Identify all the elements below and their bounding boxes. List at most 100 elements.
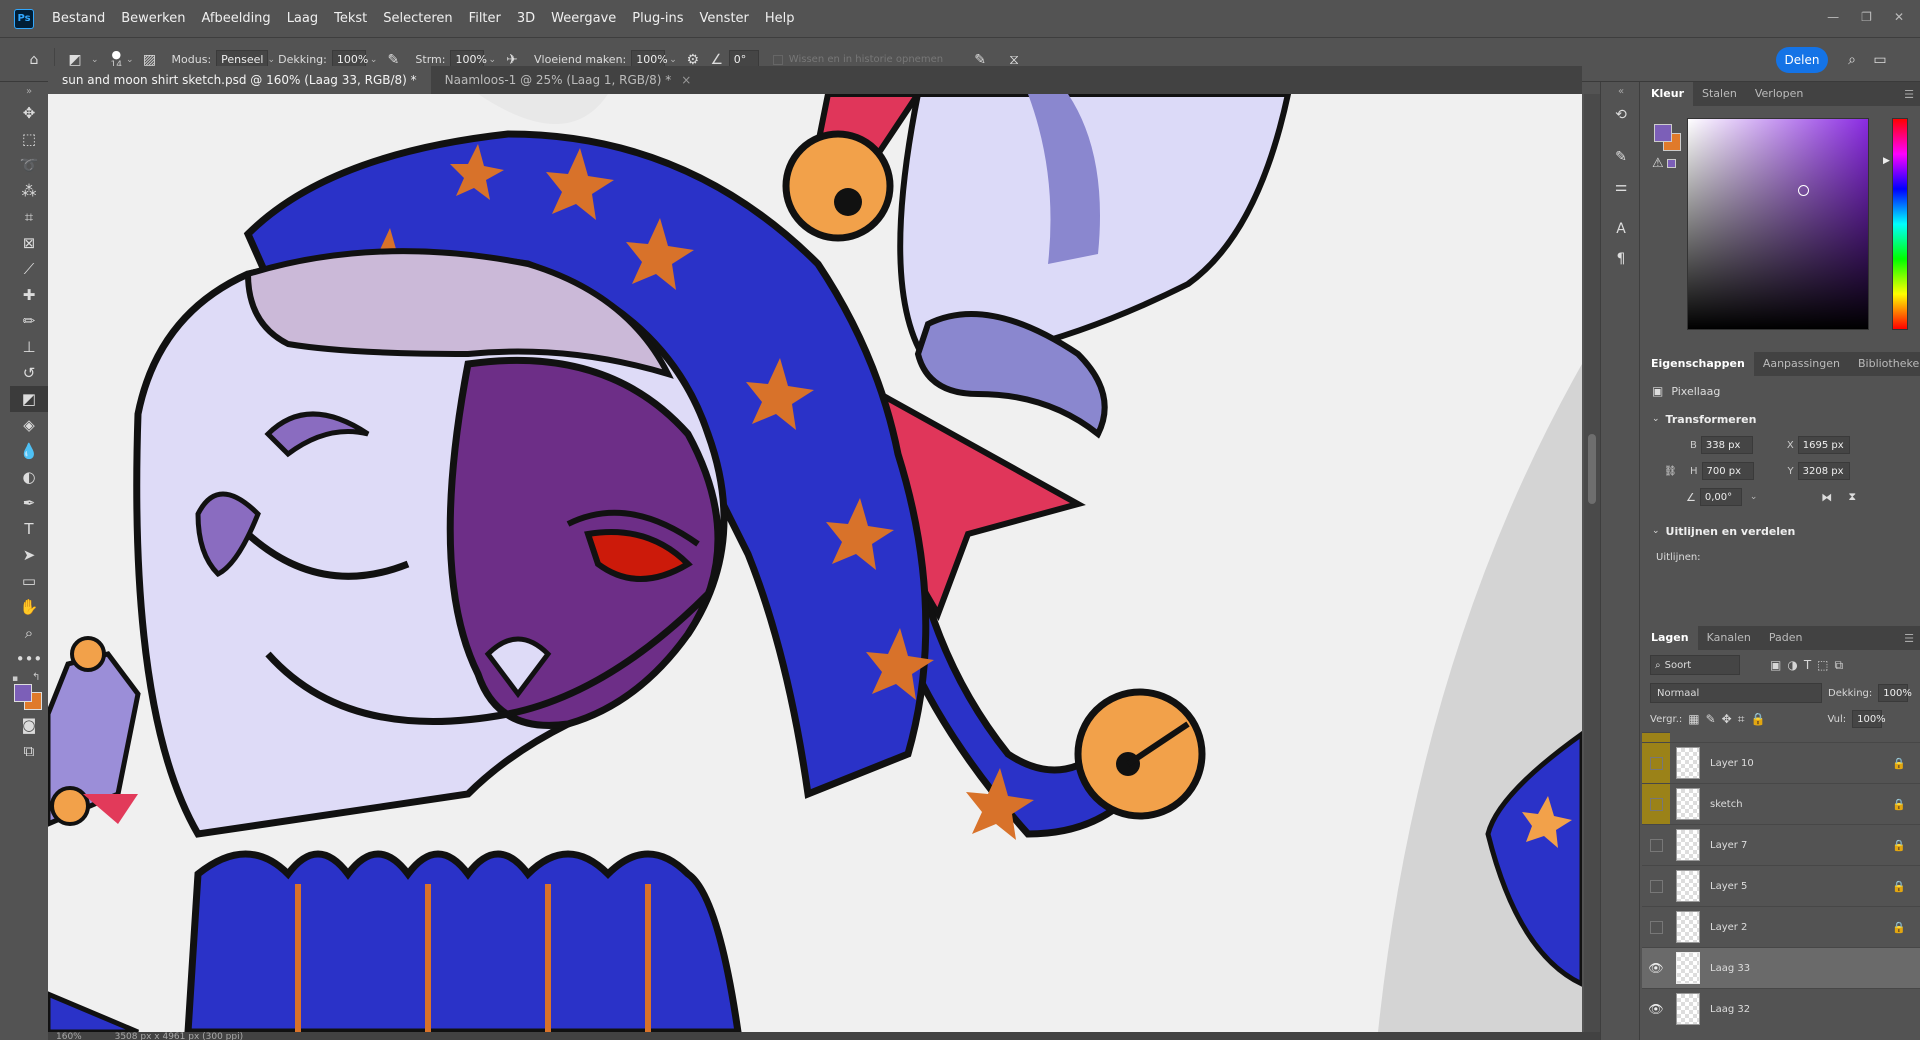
chevron-down-icon[interactable]: ⌄ <box>370 55 378 65</box>
menu-venster[interactable]: Venster <box>692 0 757 38</box>
magic-wand-tool-icon[interactable]: ⁂ <box>10 178 48 204</box>
canvas-area[interactable] <box>48 94 1582 1032</box>
visibility-toggle[interactable] <box>1642 783 1670 825</box>
tab-eigenschappen[interactable]: Eigenschappen <box>1642 352 1754 376</box>
blur-tool-icon[interactable]: 💧 <box>10 438 48 464</box>
lasso-tool-icon[interactable]: ➰ <box>10 152 48 178</box>
tab-paden[interactable]: Paden <box>1760 626 1812 650</box>
zoom-tool-icon[interactable]: ⌕ <box>10 620 48 646</box>
dodge-tool-icon[interactable]: ◐ <box>10 464 48 490</box>
visibility-toggle[interactable] <box>1642 742 1670 784</box>
visibility-toggle[interactable] <box>1642 825 1670 866</box>
tab-naamloos[interactable]: Naamloos-1 @ 25% (Laag 1, RGB/8) * × <box>431 66 706 94</box>
menu-bewerken[interactable]: Bewerken <box>113 0 193 38</box>
angle-input[interactable]: 0,00° <box>1699 488 1742 506</box>
lock-all-icon[interactable]: 🔒 <box>1750 712 1765 726</box>
lock-position-icon[interactable]: ✥ <box>1722 712 1732 726</box>
crop-tool-icon[interactable]: ⌗ <box>10 204 48 230</box>
menu-help[interactable]: Help <box>757 0 803 38</box>
gamut-warning-icon[interactable]: ⚠ <box>1652 156 1664 171</box>
x-input[interactable]: 1695 px <box>1797 436 1850 454</box>
menu-selecteren[interactable]: Selecteren <box>375 0 460 38</box>
tab-kanalen[interactable]: Kanalen <box>1698 626 1760 650</box>
tab-lagen[interactable]: Lagen <box>1642 626 1698 650</box>
zoom-level[interactable]: 160% <box>56 1032 82 1040</box>
restore-icon[interactable]: ❐ <box>1861 10 1872 24</box>
menu-plugins[interactable]: Plug-ins <box>624 0 691 38</box>
flip-vertical-icon[interactable]: ⧗ <box>1848 490 1856 504</box>
transform-header[interactable]: ⌄ Transformeren <box>1642 406 1920 432</box>
layer-row[interactable]: Layer 2 🔒 <box>1642 906 1920 947</box>
align-header[interactable]: ⌄ Uitlijnen en verdelen <box>1642 518 1920 544</box>
pen-tool-icon[interactable]: ✒ <box>10 490 48 516</box>
visibility-toggle[interactable]: 👁 <box>1642 948 1670 989</box>
layer-row[interactable]: Layer 10 🔒 <box>1642 742 1920 784</box>
layer-kind-filter[interactable]: ⌕ Soort <box>1650 655 1740 675</box>
close-tab-icon[interactable]: × <box>681 73 691 87</box>
photoshop-logo-icon[interactable]: Ps <box>14 8 34 29</box>
tab-bibliotheken[interactable]: Bibliotheken <box>1849 352 1920 376</box>
screen-mode-icon[interactable]: ⧉ <box>10 738 48 764</box>
eraser-tool-icon[interactable]: ◩ <box>10 386 48 412</box>
lock-paint-icon[interactable]: ✎ <box>1706 712 1716 726</box>
share-button[interactable]: Delen <box>1776 47 1828 73</box>
layer-row[interactable]: Layer 5 🔒 <box>1642 865 1920 906</box>
artwork-canvas[interactable] <box>48 94 1582 1032</box>
menu-bestand[interactable]: Bestand <box>44 0 113 38</box>
path-selection-tool-icon[interactable]: ➤ <box>10 542 48 568</box>
filter-smart-object-icon[interactable]: ⧉ <box>1835 658 1844 673</box>
menu-laag[interactable]: Laag <box>279 0 326 38</box>
move-tool-icon[interactable]: ✥ <box>10 100 48 126</box>
hue-arrow-icon[interactable]: ▶ <box>1883 156 1890 166</box>
filter-type-icon[interactable]: T <box>1804 658 1811 672</box>
visibility-toggle[interactable]: 👁 <box>1642 989 1670 1030</box>
foreground-color-swatch[interactable] <box>1654 124 1672 142</box>
menu-afbeelding[interactable]: Afbeelding <box>193 0 278 38</box>
vertical-scrollbar[interactable] <box>1584 94 1600 1032</box>
home-icon[interactable]: ⌂ <box>22 48 46 72</box>
marquee-tool-icon[interactable]: ⬚ <box>10 126 48 152</box>
panel-menu-icon[interactable]: ☰ <box>1904 632 1914 645</box>
foreground-color-swatch[interactable] <box>14 684 32 702</box>
type-tool-icon[interactable]: T <box>10 516 48 542</box>
tab-aanpassingen[interactable]: Aanpassingen <box>1754 352 1849 376</box>
layer-row-selected[interactable]: 👁 Laag 33 <box>1642 947 1920 988</box>
scroll-thumb[interactable] <box>1588 434 1596 504</box>
collapse-icon[interactable]: « <box>1601 82 1641 100</box>
visibility-toggle[interactable] <box>1642 866 1670 907</box>
search-icon[interactable]: ⌕ <box>1840 48 1864 72</box>
chevron-down-icon[interactable]: ⌄ <box>126 55 134 65</box>
saturation-value-field[interactable] <box>1687 118 1869 330</box>
rectangle-tool-icon[interactable]: ▭ <box>10 568 48 594</box>
panel-menu-icon[interactable]: ☰ <box>1904 88 1914 101</box>
chain-link-icon[interactable]: ⛓ <box>1664 466 1680 477</box>
menu-tekst[interactable]: Tekst <box>326 0 375 38</box>
history-brush-tool-icon[interactable]: ↺ <box>10 360 48 386</box>
menu-weergave[interactable]: Weergave <box>543 0 624 38</box>
character-panel-icon[interactable]: A <box>1601 214 1641 244</box>
stamp-tool-icon[interactable]: ⊥ <box>10 334 48 360</box>
chevron-down-icon[interactable]: ⌄ <box>1750 492 1758 502</box>
fill-input[interactable]: 100% <box>1852 710 1886 728</box>
workspace-icon[interactable]: ▭ <box>1868 48 1892 72</box>
eyedropper-tool-icon[interactable]: ⟋ <box>10 256 48 282</box>
close-icon[interactable]: ✕ <box>1894 10 1904 24</box>
swap-colors-icon[interactable]: ↰ <box>32 672 40 683</box>
layer-row[interactable]: 👁 Laag 32 <box>1642 988 1920 1029</box>
gamut-swatch[interactable] <box>1667 159 1676 168</box>
layer-row[interactable]: Layer 7 🔒 <box>1642 824 1920 865</box>
brush-panel-icon[interactable]: ✎ <box>1601 142 1641 172</box>
quick-mask-icon[interactable]: ◙ <box>10 712 48 738</box>
tab-verlopen[interactable]: Verlopen <box>1746 82 1812 106</box>
color-picker-handle[interactable] <box>1798 185 1809 196</box>
visibility-toggle[interactable] <box>1642 907 1670 948</box>
y-input[interactable]: 3208 px <box>1797 462 1850 480</box>
chevron-down-icon[interactable]: ⌄ <box>669 55 677 65</box>
brush-tool-icon[interactable]: ✏ <box>10 308 48 334</box>
frame-tool-icon[interactable]: ⊠ <box>10 230 48 256</box>
chevron-down-icon[interactable]: ⌄ <box>91 55 99 65</box>
history-panel-icon[interactable]: ⟲ <box>1601 100 1641 130</box>
default-colors-icon[interactable]: ▪ <box>12 674 18 684</box>
height-input[interactable]: 700 px <box>1701 462 1754 480</box>
adjustments-panel-icon[interactable]: ⚌ <box>1601 172 1641 202</box>
